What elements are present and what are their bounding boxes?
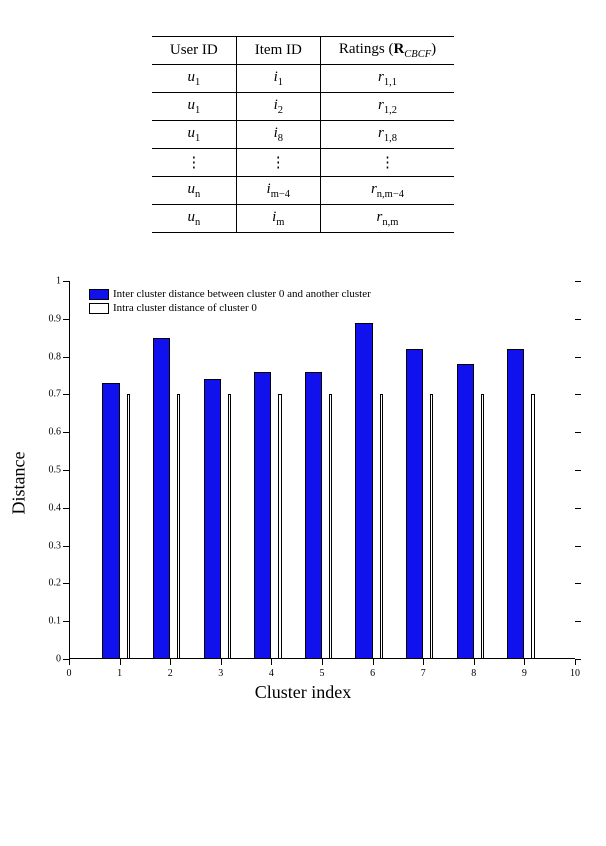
y-tick-label: 0.5 <box>49 465 62 476</box>
y-tick-right <box>575 546 581 547</box>
x-tick <box>474 659 475 665</box>
table-row: u1 i1 r1,1 <box>152 65 454 93</box>
x-tick <box>373 659 374 665</box>
x-tick-label: 3 <box>218 668 223 679</box>
x-tick-label: 8 <box>471 668 476 679</box>
x-tick-label: 6 <box>370 668 375 679</box>
x-tick <box>423 659 424 665</box>
x-tick-label: 2 <box>168 668 173 679</box>
y-tick-label: 0.4 <box>49 502 62 513</box>
col-ratings: Ratings (RCBCF) <box>320 37 454 65</box>
y-tick-right <box>575 432 581 433</box>
col-item-id: Item ID <box>236 37 320 65</box>
ratings-R: R <box>393 41 404 57</box>
y-tick-right <box>575 281 581 282</box>
y-tick-label: 0.1 <box>49 616 62 627</box>
table-row: un im−4 rn,m−4 <box>152 177 454 205</box>
x-tick-label: 1 <box>117 668 122 679</box>
x-tick <box>170 659 171 665</box>
x-tick <box>322 659 323 665</box>
bar-inter <box>406 349 423 659</box>
bar-intra <box>177 394 180 659</box>
y-tick-label: 0.8 <box>49 351 62 362</box>
x-tick-label: 7 <box>421 668 426 679</box>
y-tick-label: 0 <box>56 654 61 665</box>
table-row: un im rn,m <box>152 205 454 233</box>
y-tick-label: 0.7 <box>49 389 62 400</box>
y-tick-right <box>575 508 581 509</box>
y-tick <box>63 319 69 320</box>
bar-inter <box>305 372 322 659</box>
y-tick-right <box>575 319 581 320</box>
y-tick <box>63 508 69 509</box>
y-tick-right <box>575 621 581 622</box>
y-tick <box>63 546 69 547</box>
bar-inter <box>457 364 474 659</box>
bar-intra <box>278 394 281 659</box>
bar-inter <box>204 379 221 659</box>
y-tick <box>63 432 69 433</box>
y-tick-right <box>575 470 581 471</box>
bar-intra <box>531 394 534 659</box>
y-tick-label: 1 <box>56 276 61 287</box>
x-tick <box>575 659 576 665</box>
y-tick-label: 0.2 <box>49 578 62 589</box>
x-tick-label: 4 <box>269 668 274 679</box>
x-tick-label: 10 <box>570 668 580 679</box>
bar-intra <box>127 394 130 659</box>
bar-intra <box>481 394 484 659</box>
y-tick <box>63 281 69 282</box>
table-header-row: User ID Item ID Ratings (RCBCF) <box>152 37 454 65</box>
legend-swatch-icon <box>89 289 109 300</box>
x-tick <box>69 659 70 665</box>
bar-intra <box>329 394 332 659</box>
x-tick <box>120 659 121 665</box>
y-tick <box>63 357 69 358</box>
bar-intra <box>430 394 433 659</box>
bar-inter <box>254 372 271 659</box>
table-row: u1 i8 r1,8 <box>152 121 454 149</box>
bar-intra <box>228 394 231 659</box>
table-row: u1 i2 r1,2 <box>152 93 454 121</box>
y-tick <box>63 583 69 584</box>
ratings-label-text: Ratings <box>339 41 385 57</box>
x-tick <box>221 659 222 665</box>
y-tick-label: 0.3 <box>49 540 62 551</box>
x-tick <box>524 659 525 665</box>
table-caption <box>20 10 586 28</box>
x-tick-label: 5 <box>320 668 325 679</box>
bar-inter <box>102 383 119 659</box>
x-tick-label: 0 <box>67 668 72 679</box>
bar-inter <box>355 323 372 659</box>
ratings-subscript: CBCF <box>404 49 431 60</box>
y-axis-label: Distance <box>9 452 30 515</box>
x-tick <box>271 659 272 665</box>
y-tick-right <box>575 357 581 358</box>
col-user-id: User ID <box>152 37 236 65</box>
y-tick-right <box>575 583 581 584</box>
legend-text-inter: Inter cluster distance between cluster 0… <box>113 287 371 301</box>
db-table: User ID Item ID Ratings (RCBCF) u1 i1 r1… <box>152 36 454 233</box>
bar-chart: Distance Cluster index Inter cluster dis… <box>23 273 583 693</box>
bar-inter <box>153 338 170 659</box>
y-tick-label: 0.9 <box>49 313 62 324</box>
plot-area: Inter cluster distance between cluster 0… <box>69 281 575 659</box>
legend-swatch-icon <box>89 303 109 314</box>
table-row-vdots: ⋮⋮⋮ <box>152 149 454 177</box>
y-tick <box>63 621 69 622</box>
bar-inter <box>507 349 524 659</box>
legend-item-inter: Inter cluster distance between cluster 0… <box>89 287 371 301</box>
y-axis-line <box>69 281 70 659</box>
legend: Inter cluster distance between cluster 0… <box>89 287 371 315</box>
db-table-wrap: User ID Item ID Ratings (RCBCF) u1 i1 r1… <box>20 36 586 233</box>
x-axis-label: Cluster index <box>255 682 352 703</box>
legend-item-intra: Intra cluster distance of cluster 0 <box>89 301 371 315</box>
legend-text-intra: Intra cluster distance of cluster 0 <box>113 301 257 315</box>
y-tick <box>63 470 69 471</box>
y-tick-label: 0.6 <box>49 427 62 438</box>
bar-intra <box>380 394 383 659</box>
x-tick-label: 9 <box>522 668 527 679</box>
y-tick <box>63 394 69 395</box>
y-tick-right <box>575 394 581 395</box>
